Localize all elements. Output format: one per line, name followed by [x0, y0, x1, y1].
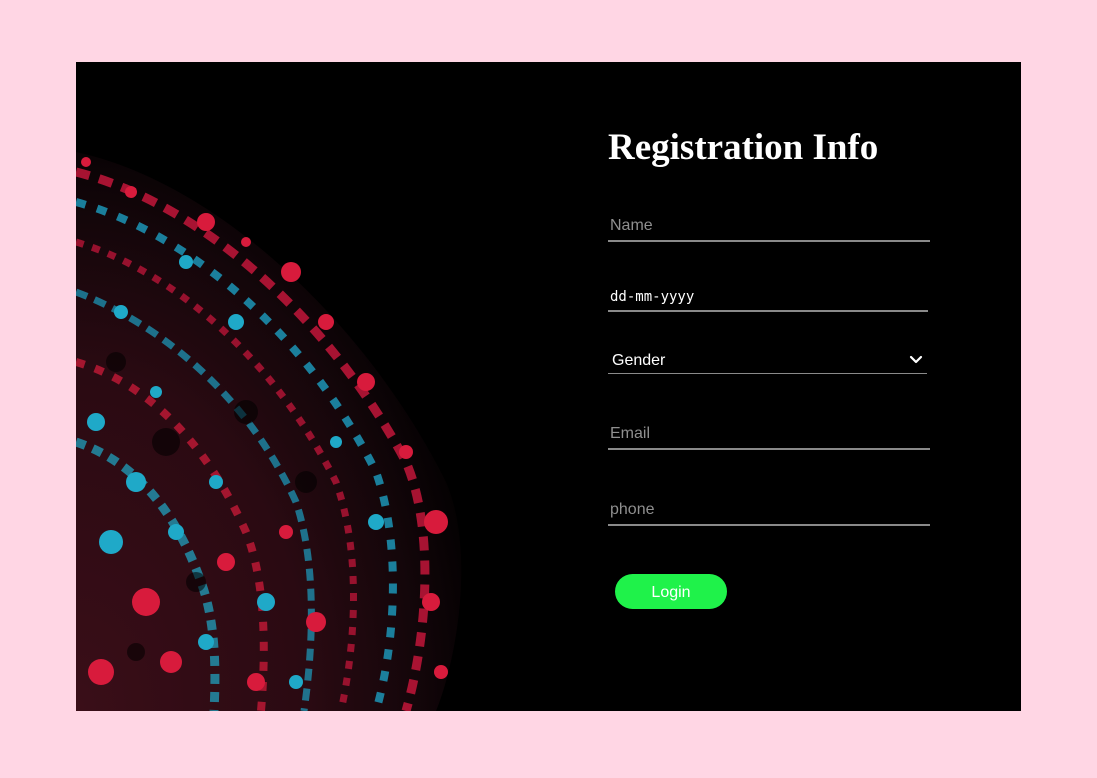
date-placeholder: dd-mm-yyyy — [610, 289, 695, 305]
name-input[interactable] — [608, 214, 930, 242]
gender-select[interactable]: Gender — [608, 349, 927, 374]
registration-form: Registration Info dd-mm-yyyy Gender Logi… — [608, 62, 988, 711]
chevron-down-icon — [909, 355, 923, 364]
phone-input[interactable] — [608, 498, 930, 526]
login-button[interactable]: Login — [615, 574, 727, 609]
registration-card: Registration Info dd-mm-yyyy Gender Logi… — [76, 62, 1021, 711]
fluid-art-image — [76, 152, 462, 711]
gender-selected-value: Gender — [612, 352, 666, 369]
email-input[interactable] — [608, 422, 930, 450]
date-of-birth-input[interactable]: dd-mm-yyyy — [608, 284, 928, 312]
form-title: Registration Info — [608, 127, 879, 168]
